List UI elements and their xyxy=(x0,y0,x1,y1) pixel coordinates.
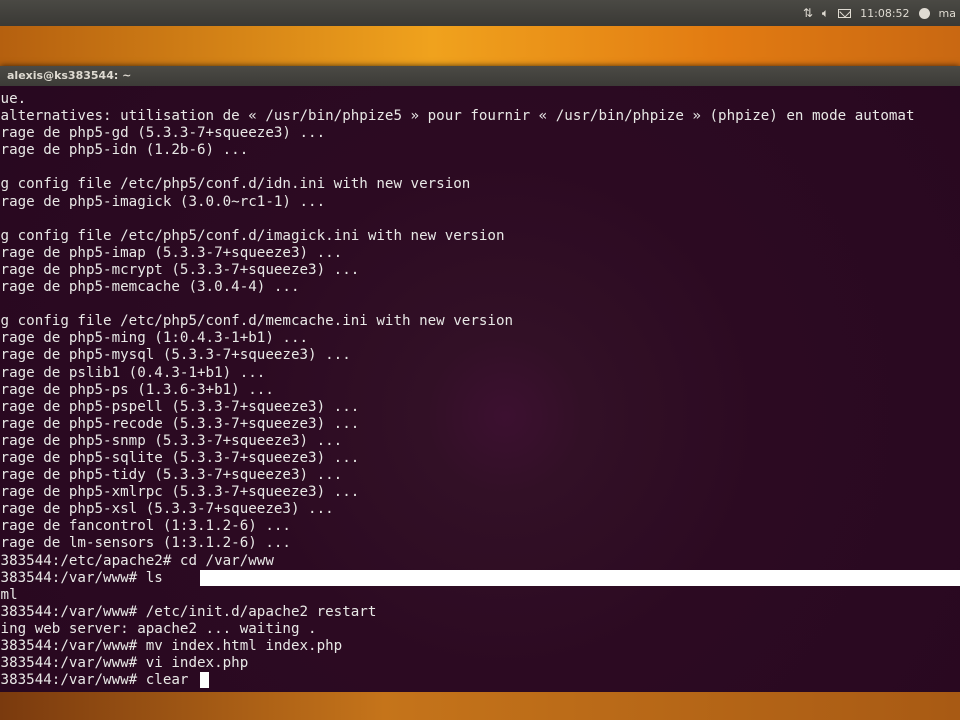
terminal-line: ng config file /etc/php5/conf.d/memcache… xyxy=(0,313,514,330)
terminal-line: trage de lm-sensors (1:3.1.2-6) ... xyxy=(0,535,291,552)
terminal-line: ting web server: apache2 ... waiting . xyxy=(0,620,317,637)
command-input[interactable]: clear xyxy=(146,672,189,688)
selection-highlight xyxy=(200,570,960,586)
terminal-line: trage de php5-ps (1.3.6-3+b1) ... xyxy=(0,381,274,398)
terminal-line: trage de php5-gd (5.3.3-7+squeeze3) ... xyxy=(0,125,326,142)
terminal-line: s383544:/var/www# /etc/init.d/apache2 re… xyxy=(0,603,377,620)
terminal-line: trage de php5-tidy (5.3.3-7+squeeze3) ..… xyxy=(0,467,343,484)
terminal-line: ng config file /etc/php5/conf.d/imagick.… xyxy=(0,227,505,244)
terminal-line: trage de php5-mcrypt (5.3.3-7+squeeze3) … xyxy=(0,261,360,278)
terminal-output: que. alternatives: utilisation de « /usr… xyxy=(0,91,915,689)
terminal-line: trage de php5-imagick (3.0.0~rc1-1) ... xyxy=(0,193,326,210)
terminal-line: trage de php5-recode (5.3.3-7+squeeze3) … xyxy=(0,415,360,432)
mail-icon[interactable] xyxy=(838,8,852,18)
terminal-line: trage de php5-imap (5.3.3-7+squeeze3) ..… xyxy=(0,244,343,261)
terminal-area[interactable]: que. alternatives: utilisation de « /usr… xyxy=(0,86,960,692)
terminal-line: trage de php5-xsl (5.3.3-7+squeeze3) ... xyxy=(0,501,334,518)
terminal-line: que. xyxy=(0,91,27,107)
terminal-line: trage de pslib1 (0.4.3-1+b1) ... xyxy=(0,364,266,381)
volume-icon[interactable]: 🔈︎ xyxy=(822,6,829,21)
user-icon[interactable] xyxy=(918,7,930,19)
terminal-line: trage de php5-memcache (3.0.4-4) ... xyxy=(0,279,300,296)
terminal-line: trage de php5-snmp (5.3.3-7+squeeze3) ..… xyxy=(0,432,343,449)
terminal-line: trage de php5-mysql (5.3.3-7+squeeze3) .… xyxy=(0,347,351,364)
top-panel: ⇅ 🔈︎ 11:08:52 ma xyxy=(0,0,960,26)
terminal-line: s383544:/etc/apache2# cd /var/www xyxy=(0,552,274,569)
window-title[interactable]: alexis@ks383544: ~ xyxy=(0,66,960,86)
terminal-line: alternatives: utilisation de « /usr/bin/… xyxy=(0,108,915,125)
terminal-line: trage de php5-idn (1.2b-6) ... xyxy=(0,142,249,159)
system-tray: ⇅ 🔈︎ 11:08:52 ma xyxy=(803,6,960,21)
terminal-line: trage de php5-xmlrpc (5.3.3-7+squeeze3) … xyxy=(0,484,360,501)
terminal-line: trage de php5-pspell (5.3.3-7+squeeze3) … xyxy=(0,398,360,415)
terminal-line: ng config file /etc/php5/conf.d/idn.ini … xyxy=(0,176,471,193)
text-cursor xyxy=(200,672,209,688)
desktop-background xyxy=(0,26,960,66)
clock[interactable]: 11:08:52 xyxy=(860,7,909,20)
network-icon[interactable]: ⇅ xyxy=(803,6,813,20)
prompt-line: s383544:/var/www# clear xyxy=(0,672,915,689)
desktop-background-bottom xyxy=(0,692,960,720)
user-label[interactable]: ma xyxy=(939,7,956,20)
terminal-line: trage de php5-sqlite (5.3.3-7+squeeze3) … xyxy=(0,449,360,466)
terminal-line: s383544:/var/www# mv index.html index.ph… xyxy=(0,638,343,654)
terminal-line: trage de fancontrol (1:3.1.2-6) ... xyxy=(0,518,291,535)
terminal-line: s383544:/var/www# vi index.php xyxy=(0,655,249,672)
terminal-line: trage de php5-ming (1:0.4.3-1+b1) ... xyxy=(0,330,309,347)
prompt: s383544:/var/www# xyxy=(0,672,146,689)
terminal-line: tml xyxy=(0,586,18,603)
terminal-window: alexis@ks383544: ~ que. alternatives: ut… xyxy=(0,66,960,692)
